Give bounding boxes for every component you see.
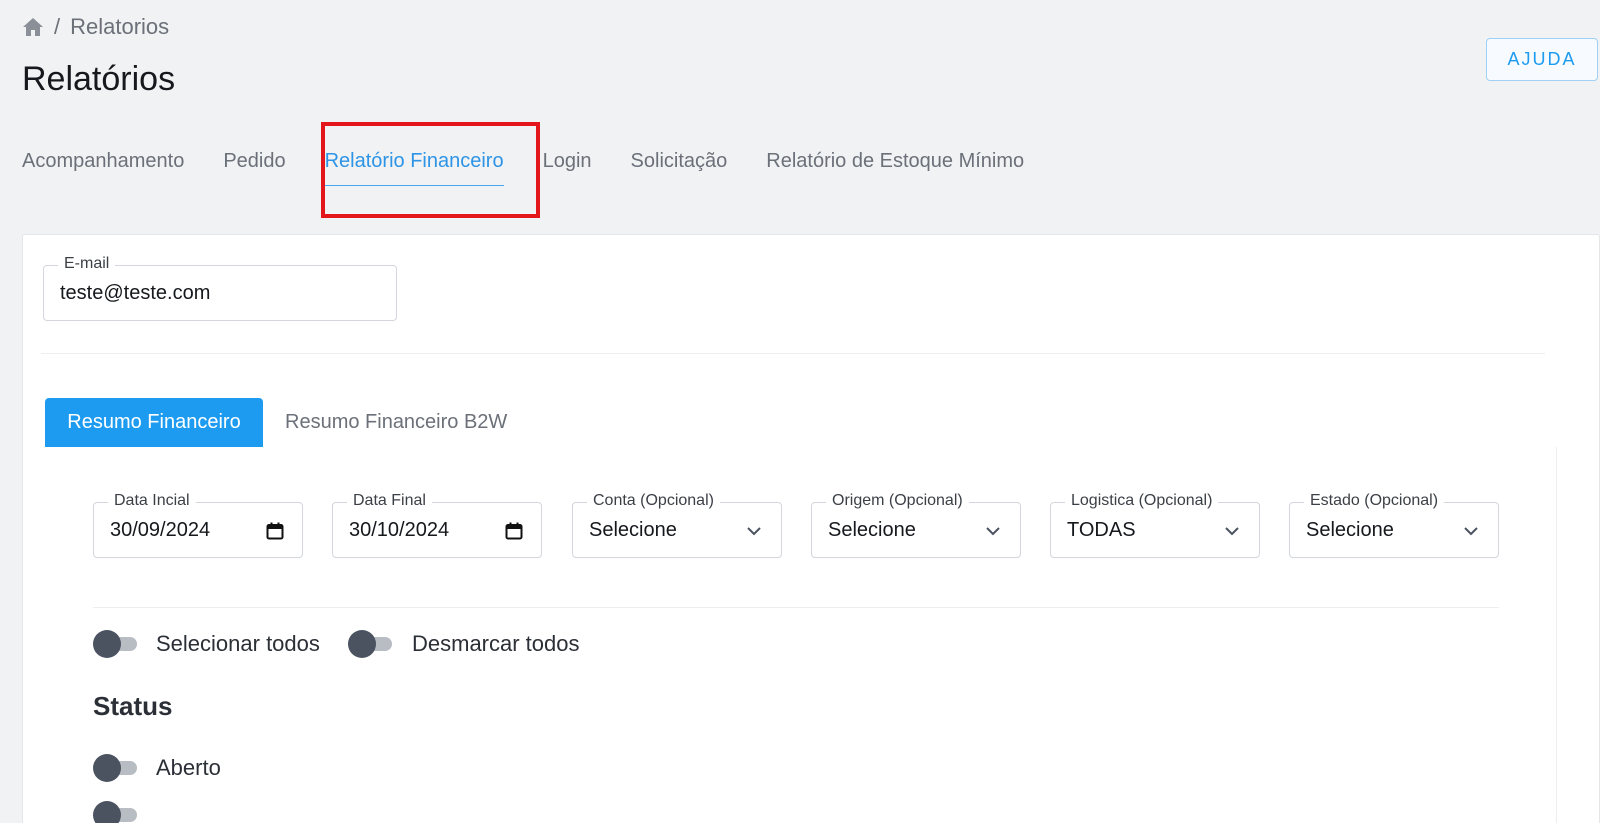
subtab-resumo-financeiro[interactable]: Resumo Financeiro (45, 398, 263, 447)
report-tabs: Acompanhamento Pedido Relatório Financei… (22, 150, 1063, 186)
calendar-icon[interactable] (266, 522, 284, 545)
toggle-knob (93, 754, 121, 782)
highlight-box (321, 122, 540, 218)
conta-value: Selecione (589, 519, 677, 541)
status-aberto-toggle[interactable] (93, 753, 137, 783)
conta-select[interactable]: Conta (Opcional) Selecione (572, 492, 782, 558)
chevron-down-icon (745, 522, 763, 545)
chevron-down-icon (1462, 522, 1480, 545)
toggle-knob (93, 630, 121, 658)
estado-label: Estado (Opcional) (1304, 492, 1445, 510)
data-final-value: 30/10/2024 (349, 519, 450, 541)
tab-solicitacao[interactable]: Solicitação (631, 150, 728, 185)
home-icon[interactable] (22, 17, 44, 37)
logistica-value: TODAS (1067, 519, 1136, 541)
estado-value: Selecione (1306, 519, 1394, 541)
conta-label: Conta (Opcional) (587, 492, 720, 510)
divider (93, 607, 1499, 608)
chevron-down-icon (1223, 522, 1241, 545)
report-card: E-mail teste@teste.com Resumo Financeiro… (22, 234, 1600, 823)
deselect-all-toggle[interactable] (348, 629, 392, 659)
data-inicial-field[interactable]: Data Incial 30/09/2024 (93, 492, 303, 558)
email-value: teste@teste.com (60, 282, 211, 304)
page-title: Relatórios (22, 60, 176, 98)
calendar-icon[interactable] (505, 522, 523, 545)
data-inicial-label: Data Incial (108, 492, 196, 510)
chevron-down-icon (984, 522, 1002, 545)
logistica-label: Logistica (Opcional) (1065, 492, 1219, 510)
data-inicial-value: 30/09/2024 (110, 519, 211, 541)
breadcrumb: / Relatorios (22, 14, 169, 40)
status-title: Status (93, 691, 173, 721)
subtab-panel: Data Incial 30/09/2024 Data Final 30/10/… (45, 447, 1557, 823)
breadcrumb-current: Relatorios (70, 14, 170, 39)
data-final-label: Data Final (347, 492, 432, 510)
select-all-label: Selecionar todos (156, 631, 320, 656)
divider (41, 353, 1545, 354)
tab-acompanhamento[interactable]: Acompanhamento (22, 150, 184, 185)
data-final-field[interactable]: Data Final 30/10/2024 (332, 492, 542, 558)
subtab-resumo-financeiro-b2w[interactable]: Resumo Financeiro B2W (285, 411, 507, 434)
tab-estoque-minimo[interactable]: Relatório de Estoque Mínimo (766, 150, 1024, 185)
tab-pedido[interactable]: Pedido (223, 150, 285, 185)
estado-select[interactable]: Estado (Opcional) Selecione (1289, 492, 1499, 558)
deselect-all-label: Desmarcar todos (412, 631, 580, 656)
logistica-select[interactable]: Logistica (Opcional) TODAS (1050, 492, 1260, 558)
email-label: E-mail (58, 255, 116, 273)
toggle-knob (93, 801, 121, 823)
email-field[interactable]: E-mail teste@teste.com (43, 255, 397, 321)
status-next-toggle[interactable] (93, 800, 137, 823)
status-aberto-label: Aberto (156, 755, 221, 780)
select-all-toggle[interactable] (93, 629, 137, 659)
help-button[interactable]: AJUDA (1486, 38, 1598, 81)
tab-login[interactable]: Login (543, 150, 592, 185)
origem-value: Selecione (828, 519, 916, 541)
origem-select[interactable]: Origem (Opcional) Selecione (811, 492, 1021, 558)
breadcrumb-separator: / (54, 14, 61, 39)
toggle-knob (348, 630, 376, 658)
origem-label: Origem (Opcional) (826, 492, 969, 510)
